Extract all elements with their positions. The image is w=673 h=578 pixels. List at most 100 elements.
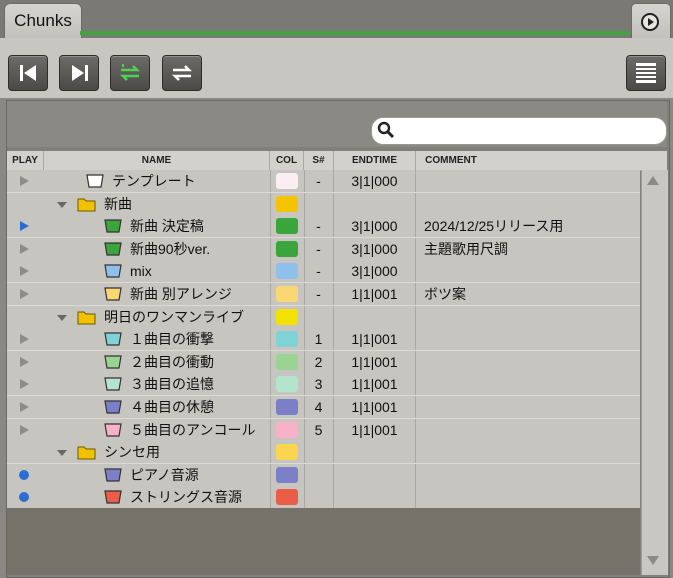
name-cell[interactable]: ピアノ音源	[45, 464, 270, 486]
play-cell[interactable]	[7, 170, 44, 192]
play-cell[interactable]	[7, 215, 44, 237]
color-cell[interactable]	[270, 396, 305, 418]
play-icon[interactable]	[20, 176, 29, 186]
snum-cell[interactable]: -	[304, 215, 334, 237]
endtime-cell[interactable]: 1|1|001	[334, 396, 416, 418]
color-swatch[interactable]	[276, 173, 298, 189]
color-swatch[interactable]	[276, 422, 298, 438]
active-dot-icon[interactable]	[19, 492, 29, 502]
play-cell[interactable]	[7, 396, 44, 418]
color-cell[interactable]	[270, 306, 305, 328]
endtime-cell[interactable]: 1|1|001	[334, 351, 416, 373]
color-cell[interactable]	[270, 419, 305, 441]
chunk-row[interactable]: mix -3|1|000	[7, 260, 640, 283]
color-swatch[interactable]	[276, 218, 298, 234]
chunk-row[interactable]: ピアノ音源	[7, 464, 640, 487]
search-input[interactable]	[371, 117, 667, 145]
color-swatch[interactable]	[276, 241, 298, 257]
color-swatch[interactable]	[276, 263, 298, 279]
play-icon[interactable]	[20, 221, 29, 231]
color-cell[interactable]	[270, 193, 305, 215]
endtime-cell[interactable]	[334, 306, 416, 328]
comment-cell[interactable]: 主題歌用尺調	[416, 238, 640, 260]
chunk-row[interactable]: ４曲目の休憩 4 1|1|001	[7, 396, 640, 419]
chunk-row[interactable]: ストリングス音源	[7, 486, 640, 509]
name-cell[interactable]: ストリングス音源	[45, 486, 270, 508]
convert-green-button[interactable]	[110, 55, 150, 91]
snum-cell[interactable]: 2	[304, 351, 334, 373]
color-swatch[interactable]	[276, 376, 298, 392]
scroll-down-icon[interactable]	[647, 556, 659, 565]
color-cell[interactable]	[270, 215, 305, 237]
endtime-cell[interactable]	[334, 193, 416, 215]
column-play[interactable]: PLAY	[7, 151, 44, 170]
disclosure-triangle-icon[interactable]	[57, 202, 67, 208]
column-name[interactable]: NAME	[44, 151, 270, 170]
endtime-cell[interactable]: 1|1|001	[334, 373, 416, 395]
skip-to-end-button[interactable]	[59, 55, 99, 91]
endtime-cell[interactable]: 1|1|001	[334, 283, 416, 305]
chunk-row[interactable]: 明日のワンマンライブ	[7, 306, 640, 329]
snum-cell[interactable]: 4	[304, 396, 334, 418]
name-cell[interactable]: ３曲目の追憶	[45, 373, 270, 395]
snum-cell[interactable]: 1	[304, 328, 334, 350]
play-icon[interactable]	[20, 244, 29, 254]
column-comment[interactable]: COMMENT	[416, 151, 486, 170]
comment-cell[interactable]	[416, 486, 640, 508]
snum-cell[interactable]: -	[304, 260, 334, 282]
comment-cell[interactable]	[416, 373, 640, 395]
color-swatch[interactable]	[276, 444, 298, 460]
color-swatch[interactable]	[276, 489, 298, 505]
play-icon[interactable]	[20, 289, 29, 299]
snum-cell[interactable]	[304, 441, 334, 463]
convert-white-button[interactable]	[162, 55, 202, 91]
snum-cell[interactable]: -	[304, 170, 334, 192]
endtime-cell[interactable]: 1|1|001	[334, 328, 416, 350]
endtime-cell[interactable]: 3|1|000	[334, 215, 416, 237]
comment-cell[interactable]	[416, 441, 640, 463]
snum-cell[interactable]	[304, 486, 334, 508]
play-cell[interactable]	[7, 328, 44, 350]
play-cell[interactable]	[7, 283, 44, 305]
play-cell[interactable]	[7, 351, 44, 373]
name-cell[interactable]: 新曲 別アレンジ	[45, 283, 270, 305]
comment-cell[interactable]	[416, 328, 640, 350]
comment-cell[interactable]	[416, 170, 640, 192]
list-view-button[interactable]	[626, 55, 666, 91]
play-icon[interactable]	[20, 334, 29, 344]
play-cell[interactable]	[7, 193, 44, 215]
chunk-row[interactable]: シンセ用	[7, 441, 640, 464]
comment-cell[interactable]	[416, 351, 640, 373]
endtime-cell[interactable]	[334, 486, 416, 508]
comment-cell[interactable]: 2024/12/25リリース用	[416, 215, 640, 237]
color-cell[interactable]	[270, 373, 305, 395]
color-swatch[interactable]	[276, 196, 298, 212]
comment-cell[interactable]	[416, 306, 640, 328]
snum-cell[interactable]	[304, 306, 334, 328]
snum-cell[interactable]: 5	[304, 419, 334, 441]
comment-cell[interactable]	[416, 396, 640, 418]
play-cell[interactable]	[7, 486, 44, 508]
play-cell[interactable]	[7, 260, 44, 282]
active-dot-icon[interactable]	[19, 470, 29, 480]
comment-cell[interactable]: ボツ案	[416, 283, 640, 305]
snum-cell[interactable]: 3	[304, 373, 334, 395]
name-cell[interactable]: 明日のワンマンライブ	[45, 306, 270, 328]
chunk-row[interactable]: 新曲	[7, 193, 640, 216]
name-cell[interactable]: ４曲目の休憩	[45, 396, 270, 418]
chunk-row[interactable]: 新曲 別アレンジ -1|1|001 ボツ案	[7, 283, 640, 306]
color-swatch[interactable]	[276, 399, 298, 415]
color-cell[interactable]	[270, 328, 305, 350]
disclosure-triangle-icon[interactable]	[57, 315, 67, 321]
chunk-row[interactable]: ３曲目の追憶 3 1|1|001	[7, 373, 640, 396]
play-cell[interactable]	[7, 464, 44, 486]
chunk-row[interactable]: ５曲目のアンコール 5 1|1|001	[7, 419, 640, 442]
snum-cell[interactable]	[304, 464, 334, 486]
name-cell[interactable]: ２曲目の衝動	[45, 351, 270, 373]
name-cell[interactable]: 新曲	[45, 193, 270, 215]
column-snum[interactable]: S#	[304, 151, 334, 170]
comment-cell[interactable]	[416, 419, 640, 441]
chunk-row[interactable]: １曲目の衝撃 1 1|1|001	[7, 328, 640, 351]
play-cell[interactable]	[7, 373, 44, 395]
column-endtime[interactable]: ENDTIME	[334, 151, 416, 170]
